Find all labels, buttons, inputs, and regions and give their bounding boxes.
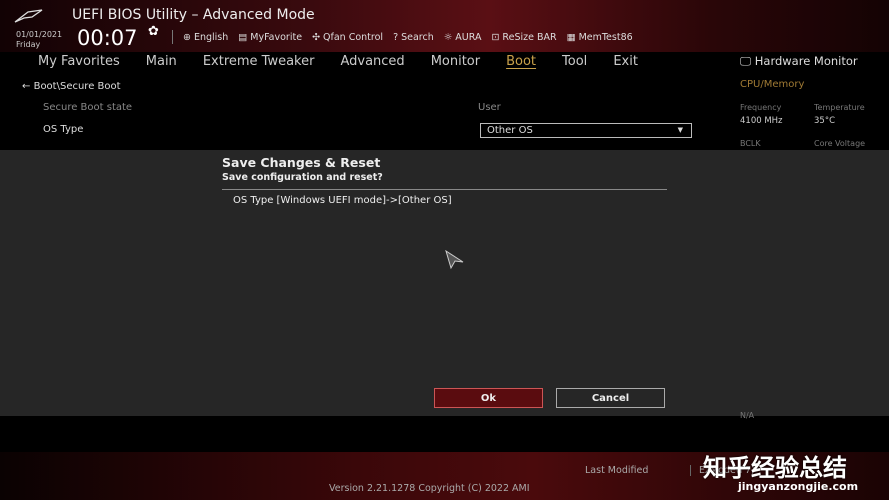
app-title: UEFI BIOS Utility – Advanced Mode [72,7,315,23]
cpu-memory-section: CPU/Memory [740,79,805,90]
resize-bar-icon: ⊡ [491,31,500,43]
tool-label: Search [401,31,434,43]
tab-tool[interactable]: Tool [562,54,587,69]
change-item: OS Type [Windows UEFI mode]->[Other OS] [233,195,452,206]
dialog-subtitle: Save configuration and reset? [222,172,383,183]
rog-logo-icon [14,9,43,23]
tool-english[interactable]: ⊕ English [183,32,228,43]
tool-qfan-control[interactable]: ✣ Qfan Control [312,32,383,43]
monitor-icon: 🖵 [740,54,752,68]
chevron-down-icon: ▼ [677,126,683,134]
tool-myfavorite[interactable]: ▤ MyFavorite [238,32,302,43]
tool-label: MyFavorite [250,31,303,43]
tab-exit[interactable]: Exit [613,54,638,69]
tool-resize-bar[interactable]: ⊡ ReSize BAR [491,32,556,43]
os-type-select[interactable]: Other OS ▼ [480,123,692,138]
tool-label: AURA [455,31,482,43]
date: 01/01/2021 [16,30,63,39]
tab-boot[interactable]: Boot [506,54,536,69]
toolbar: ⊕ English ▤ MyFavorite ✣ Qfan Control? Search ☼… [172,30,633,44]
tab-advanced[interactable]: Advanced [340,54,404,69]
clock: 00:07 [77,26,138,50]
tab-extreme-tweaker[interactable]: Extreme Tweaker [203,54,315,69]
os-type-label: OS Type [43,124,84,135]
os-type-value: Other OS [487,125,533,136]
cancel-button[interactable]: Cancel [556,388,665,408]
tool-label: English [193,31,229,43]
na-value: N/A [740,411,755,420]
date-display: 01/01/2021 Friday [16,30,62,50]
secure-boot-state-value: User [478,102,501,113]
gear-icon[interactable]: ✿ [148,24,159,39]
aura-icon: ☼ [443,31,453,43]
mouse-cursor-icon [445,250,464,270]
back-arrow-icon[interactable]: ← [22,81,30,92]
ok-button[interactable]: Ok [434,388,543,408]
tool-label: Qfan Control [323,31,384,43]
version-text: Version 2.21.1278 Copyright (C) 2022 AMI [329,483,530,494]
fan-icon: ✣ [312,31,321,43]
tool-label: MemTest86 [578,31,633,43]
tool-memtest86[interactable]: ▦ MemTest86 [567,32,633,43]
main-nav: My Favorites Main Extreme Tweaker Advanced M… [38,54,638,69]
hardware-monitor-title: 🖵 Hardware Monitor [740,54,858,69]
day: Friday [16,40,41,49]
tool-label: ReSize BAR [502,31,557,43]
hw-title-text: Hardware Monitor [754,54,858,68]
breadcrumb-text: Boot\Secure Boot [33,81,121,92]
secure-boot-state-label: Secure Boot state [43,102,133,113]
tool-search[interactable]: ? Search [393,32,434,43]
watermark: 知乎经验总结 [703,454,847,482]
tab-main[interactable]: Main [146,54,177,69]
breadcrumb[interactable]: ← Boot\Secure Boot [22,81,121,92]
watermark-url: jingyanzongjie.com [738,480,859,493]
globe-icon: ⊕ [183,31,191,43]
temperature-value: 35°C [814,116,836,126]
tab-monitor[interactable]: Monitor [431,54,480,69]
dialog-title: Save Changes & Reset [222,155,381,170]
tool-aura[interactable]: ☼ AURA [444,32,482,43]
favorite-icon: ▤ [238,31,248,43]
bclk-label: BCLK [740,139,761,148]
tab-my-favorites[interactable]: My Favorites [38,54,120,69]
frequency-value: 4100 MHz [740,116,783,126]
dialog-divider [222,189,667,190]
search-icon: ? [393,31,399,43]
last-modified-button[interactable]: Last Modified [585,465,648,476]
core-voltage-label: Core Voltage [814,139,866,148]
frequency-label: Frequency [740,103,782,112]
memtest-icon: ▦ [566,31,576,43]
temperature-label: Temperature [814,103,865,112]
